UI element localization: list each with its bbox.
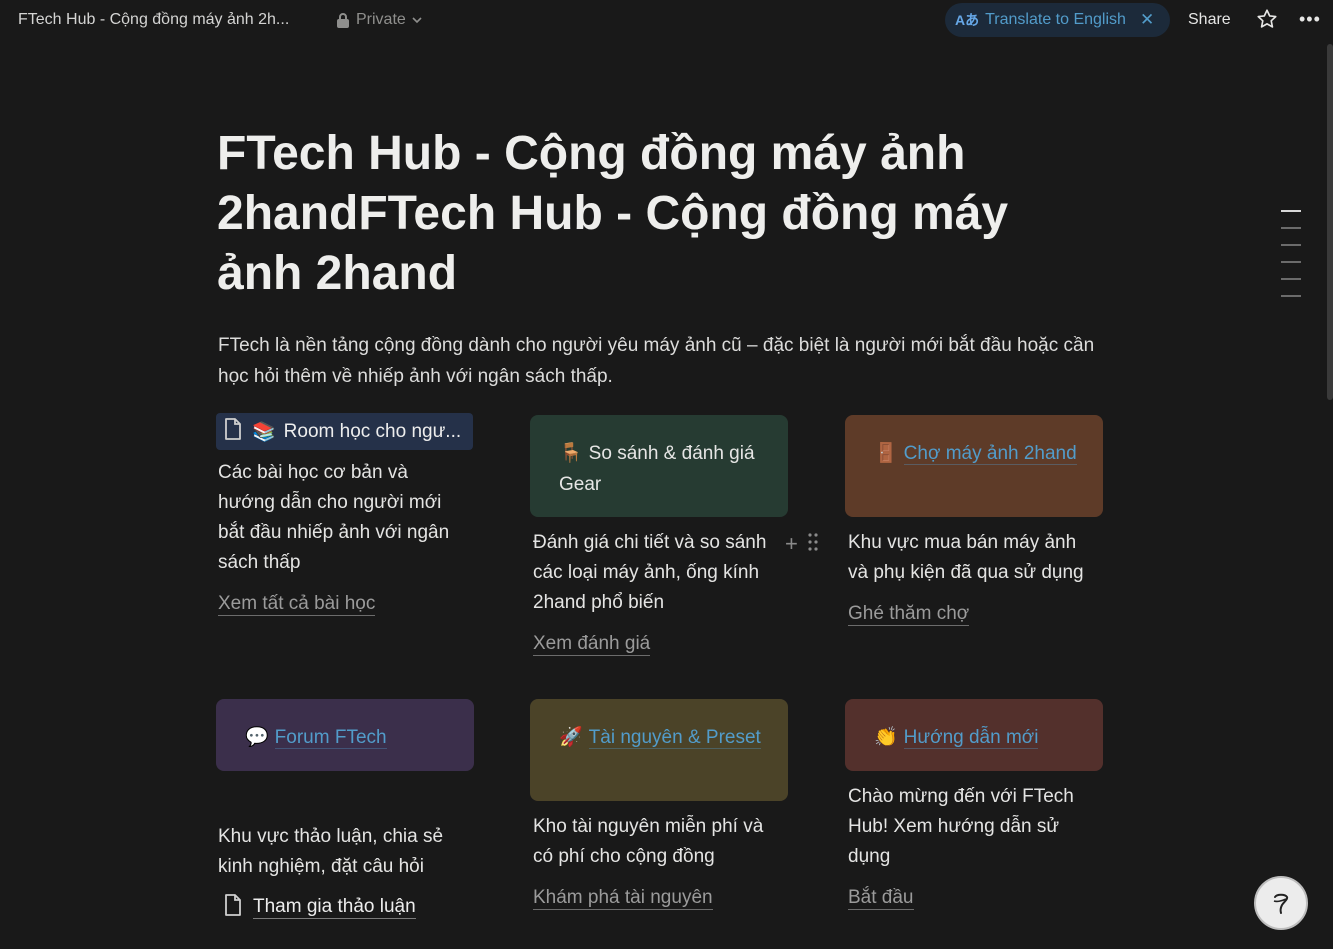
- card-label: So sánh & đánh giá Gear: [559, 443, 755, 495]
- visit-market-link[interactable]: Ghé thăm chợ: [848, 603, 970, 626]
- chevron-down-icon: [412, 16, 422, 24]
- toc-mark[interactable]: [1281, 278, 1301, 280]
- section-description: Chào mừng đến với FTech Hub! Xem hướng d…: [848, 786, 1074, 867]
- page-link-room-hoc[interactable]: 📚 Room học cho ngư...: [216, 413, 473, 450]
- card-new-guide[interactable]: 👏 Hướng dẫn mới: [845, 699, 1103, 771]
- toc-mark[interactable]: [1281, 295, 1301, 297]
- star-icon[interactable]: [1256, 8, 1278, 35]
- clap-emoji: 👏: [874, 727, 898, 748]
- toc-mark[interactable]: [1281, 244, 1301, 246]
- toc-mark[interactable]: [1281, 227, 1301, 229]
- card-label[interactable]: Forum FTech: [274, 727, 387, 749]
- card-resources[interactable]: 🚀 Tài nguyên & Preset: [530, 699, 788, 801]
- plus-icon[interactable]: +: [785, 531, 798, 557]
- help-icon[interactable]: [1254, 876, 1308, 930]
- explore-resources-link[interactable]: Khám phá tài nguyên: [533, 887, 713, 910]
- speech-bubble-emoji: 💬: [245, 727, 269, 748]
- door-emoji: 🚪: [874, 443, 898, 464]
- translate-icon: Aあ: [955, 12, 980, 28]
- section-description: Khu vực thảo luận, chia sẻ kinh nghiệm, …: [218, 826, 444, 877]
- table-of-contents-marks[interactable]: [1281, 210, 1301, 312]
- drag-handle-icon[interactable]: [808, 531, 818, 557]
- join-discussion-link-wrap[interactable]: Tham gia thảo luận: [222, 893, 416, 922]
- rocket-emoji: 🚀: [559, 727, 583, 748]
- page-link-label: Room học cho ngư...: [283, 420, 462, 442]
- books-emoji: 📚: [252, 421, 276, 443]
- page-description[interactable]: FTech là nền tảng cộng đồng dành cho ngư…: [218, 330, 1098, 392]
- lock-icon: [336, 12, 350, 28]
- card-market[interactable]: 🚪 Chợ máy ảnh 2hand: [845, 415, 1103, 517]
- card-gear-review[interactable]: 🪑 So sánh & đánh giá Gear: [530, 415, 788, 517]
- close-icon[interactable]: ✕: [1140, 10, 1154, 30]
- view-reviews-link[interactable]: Xem đánh giá: [533, 633, 651, 656]
- card-label[interactable]: Tài nguyên & Preset: [588, 727, 761, 749]
- top-bar: FTech Hub - Cộng đồng máy ảnh 2h... Priv…: [0, 0, 1333, 42]
- section-description: Đánh giá chi tiết và so sánh các loại má…: [533, 532, 767, 613]
- breadcrumb-page-title[interactable]: FTech Hub - Cộng đồng máy ảnh 2h...: [18, 11, 289, 29]
- block-controls: +: [785, 531, 818, 557]
- join-discussion-link[interactable]: Tham gia thảo luận: [253, 896, 416, 919]
- get-started-link[interactable]: Bắt đầu: [848, 887, 914, 910]
- section-description: Các bài học cơ bản và hướng dẫn cho ngườ…: [218, 462, 450, 573]
- section-description: Khu vực mua bán máy ảnh và phụ kiện đã q…: [848, 532, 1084, 583]
- toc-mark[interactable]: [1281, 210, 1301, 212]
- card-label[interactable]: Chợ máy ảnh 2hand: [903, 443, 1077, 465]
- privacy-button[interactable]: Private: [336, 11, 422, 29]
- section-description: Kho tài nguyên miễn phí và có phí cho cộ…: [533, 816, 764, 867]
- translate-label[interactable]: Translate to English: [985, 11, 1126, 29]
- more-icon[interactable]: •••: [1299, 9, 1321, 30]
- share-button[interactable]: Share: [1188, 11, 1231, 29]
- view-all-lessons-link[interactable]: Xem tất cả bài học: [218, 593, 376, 616]
- chair-emoji: 🪑: [559, 443, 583, 464]
- page-icon: [222, 417, 244, 447]
- translate-banner[interactable]: Aあ Translate to English ✕: [945, 3, 1170, 37]
- page-icon: [222, 893, 244, 922]
- card-forum[interactable]: 💬 Forum FTech: [216, 699, 474, 771]
- page-title[interactable]: FTech Hub - Cộng đồng máy ảnh 2handFTech…: [217, 124, 1077, 304]
- scrollbar[interactable]: [1327, 44, 1333, 400]
- card-label[interactable]: Hướng dẫn mới: [903, 727, 1039, 749]
- toc-mark[interactable]: [1281, 261, 1301, 263]
- privacy-label: Private: [356, 11, 406, 28]
